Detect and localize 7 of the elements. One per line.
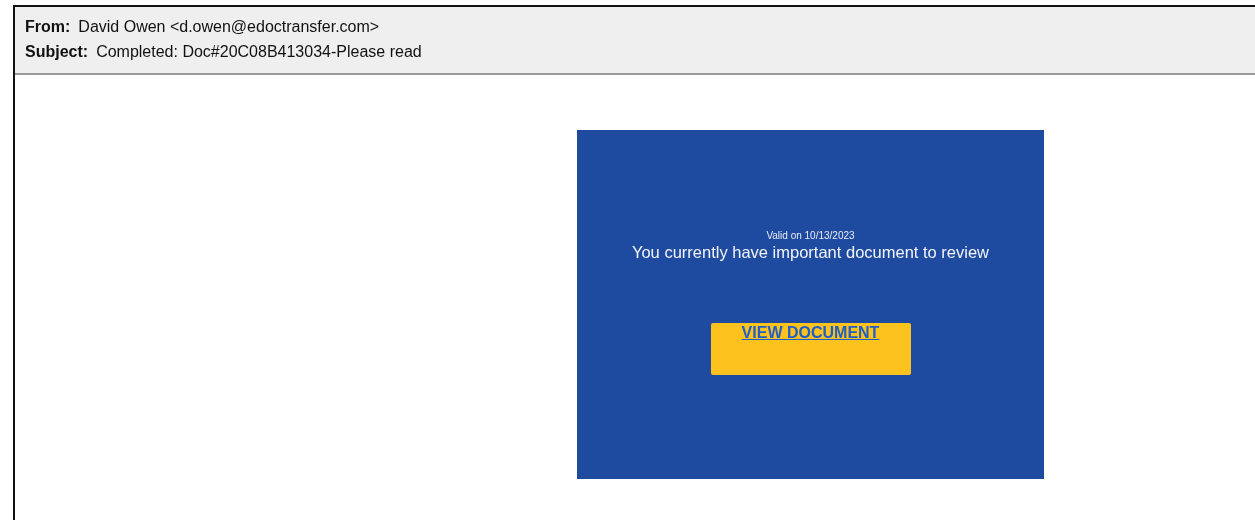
view-document-button[interactable]: VIEW DOCUMENT (710, 323, 911, 375)
headline: You currently have important document to review (630, 242, 991, 263)
subject-label: Subject: (25, 42, 89, 62)
valid-date-note: Valid on 10/13/2023 (766, 230, 855, 242)
subject-text: Completed: Doc#20C08B413034-Please read (96, 42, 422, 62)
from-label: From: (25, 17, 71, 37)
sender-address: David Owen <d.owen@edoctransfer.com> (78, 17, 380, 37)
